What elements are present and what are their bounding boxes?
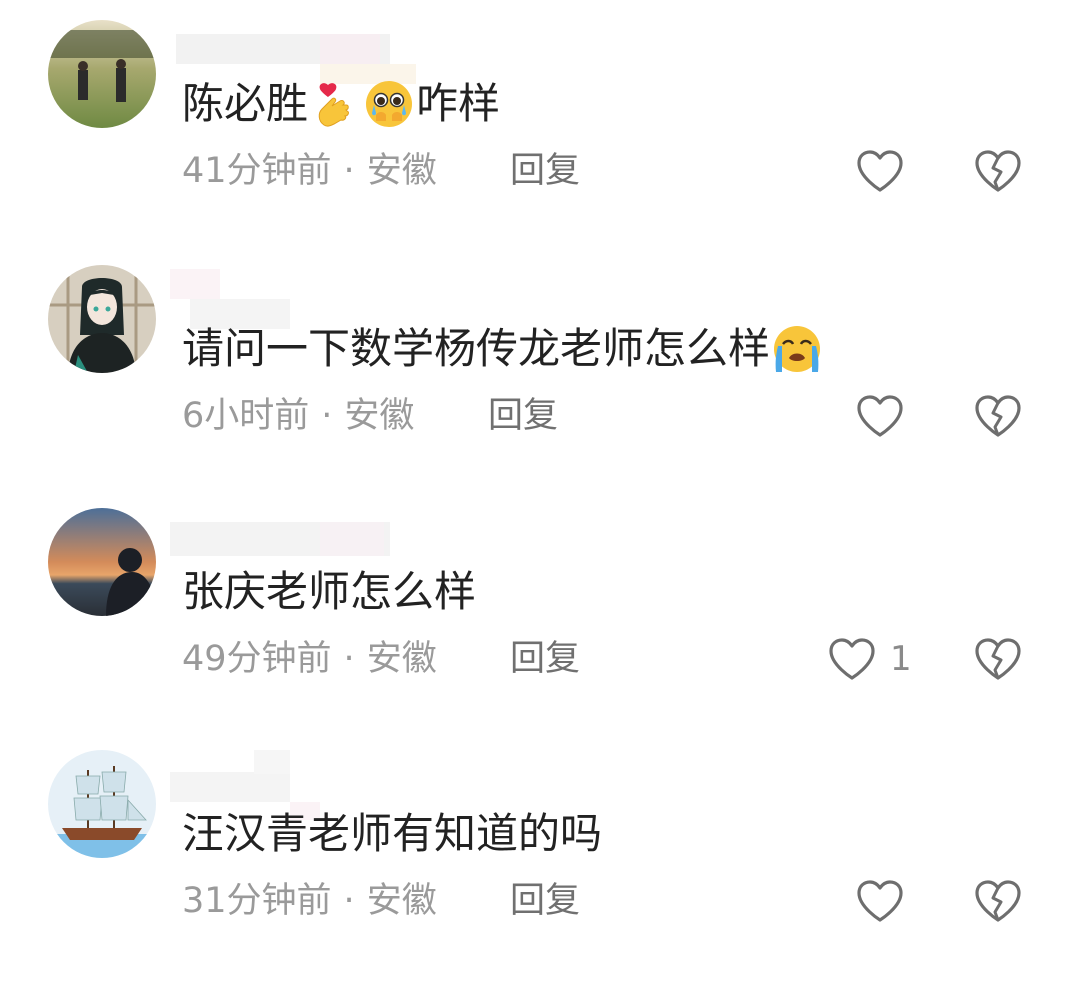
like-button[interactable] [856, 876, 918, 926]
comment-item: 汪汉青老师有知道的吗 31分钟前 · 安徽 回复 [0, 730, 1080, 973]
username-blurred[interactable] [170, 257, 420, 329]
user-avatar[interactable] [48, 750, 156, 858]
comment-text-part: 咋样 [416, 79, 501, 128]
user-avatar[interactable] [48, 508, 156, 616]
meta-separator: · [343, 151, 355, 191]
comment-time: 41分钟前 [182, 151, 332, 191]
heart-outline-icon [857, 150, 903, 192]
comment-time: 31分钟前 [182, 881, 332, 921]
like-button[interactable] [856, 391, 918, 441]
comment-text: 张庆老师怎么样 [182, 562, 476, 622]
comment-text-part: 张庆老师怎么样 [182, 567, 477, 616]
dislike-button[interactable] [974, 876, 1022, 926]
meta-separator: · [343, 881, 355, 921]
comment-location: 安徽 [366, 881, 437, 921]
broken-heart-outline-icon [975, 880, 1021, 922]
comment-item: 请问一下数学杨传龙老师怎么样 6小时前 · 安徽 回复 [0, 245, 1080, 488]
reply-button[interactable]: 回复 [510, 146, 580, 196]
dislike-button[interactable] [974, 146, 1022, 196]
username-blurred[interactable] [170, 742, 420, 820]
comment-location: 安徽 [366, 639, 437, 679]
meta-separator: · [343, 639, 355, 679]
like-count: 1 [890, 639, 912, 679]
comment-time: 6小时前 [182, 396, 310, 436]
comment-text: 请问一下数学杨传龙老师怎么样 [182, 319, 824, 379]
comment-meta: 6小时前 · 安徽 [182, 391, 414, 441]
comment-meta: 49分钟前 · 安徽 [182, 634, 437, 684]
dislike-button[interactable] [974, 391, 1022, 441]
like-button[interactable] [856, 146, 918, 196]
dislike-button[interactable] [974, 634, 1022, 684]
comment-meta: 31分钟前 · 安徽 [182, 876, 437, 926]
heart-outline-icon [829, 638, 875, 680]
comment-item: 张庆老师怎么样 49分钟前 · 安徽 回复 1 [0, 488, 1080, 731]
comment-text: 陈必胜 咋样 [182, 74, 500, 134]
username-blurred[interactable] [170, 12, 420, 84]
finger-heart-emoji [310, 79, 360, 129]
like-button[interactable]: 1 [828, 634, 912, 684]
comment-location: 安徽 [366, 151, 437, 191]
comment-text-part: 陈必胜 [182, 79, 309, 128]
heart-outline-icon [857, 880, 903, 922]
user-avatar[interactable] [48, 20, 156, 128]
reply-button[interactable]: 回复 [510, 634, 580, 684]
pleading-face-emoji [364, 79, 414, 129]
broken-heart-outline-icon [975, 638, 1021, 680]
comment-item: 陈必胜 咋样 41分钟前 · 安徽 回复 [0, 0, 1080, 243]
comment-location: 安徽 [344, 396, 415, 436]
loudly-crying-face-emoji [772, 324, 822, 374]
user-avatar[interactable] [48, 265, 156, 373]
username-blurred[interactable] [170, 500, 420, 566]
comment-text: 汪汉青老师有知道的吗 [182, 804, 602, 864]
heart-outline-icon [857, 395, 903, 437]
meta-separator: · [321, 396, 333, 436]
reply-button[interactable]: 回复 [510, 876, 580, 926]
comment-text-part: 请问一下数学杨传龙老师怎么样 [182, 324, 771, 373]
broken-heart-outline-icon [975, 395, 1021, 437]
broken-heart-outline-icon [975, 150, 1021, 192]
comment-meta: 41分钟前 · 安徽 [182, 146, 437, 196]
reply-button[interactable]: 回复 [488, 391, 558, 441]
comment-text-part: 汪汉青老师有知道的吗 [182, 809, 603, 858]
comment-time: 49分钟前 [182, 639, 332, 679]
